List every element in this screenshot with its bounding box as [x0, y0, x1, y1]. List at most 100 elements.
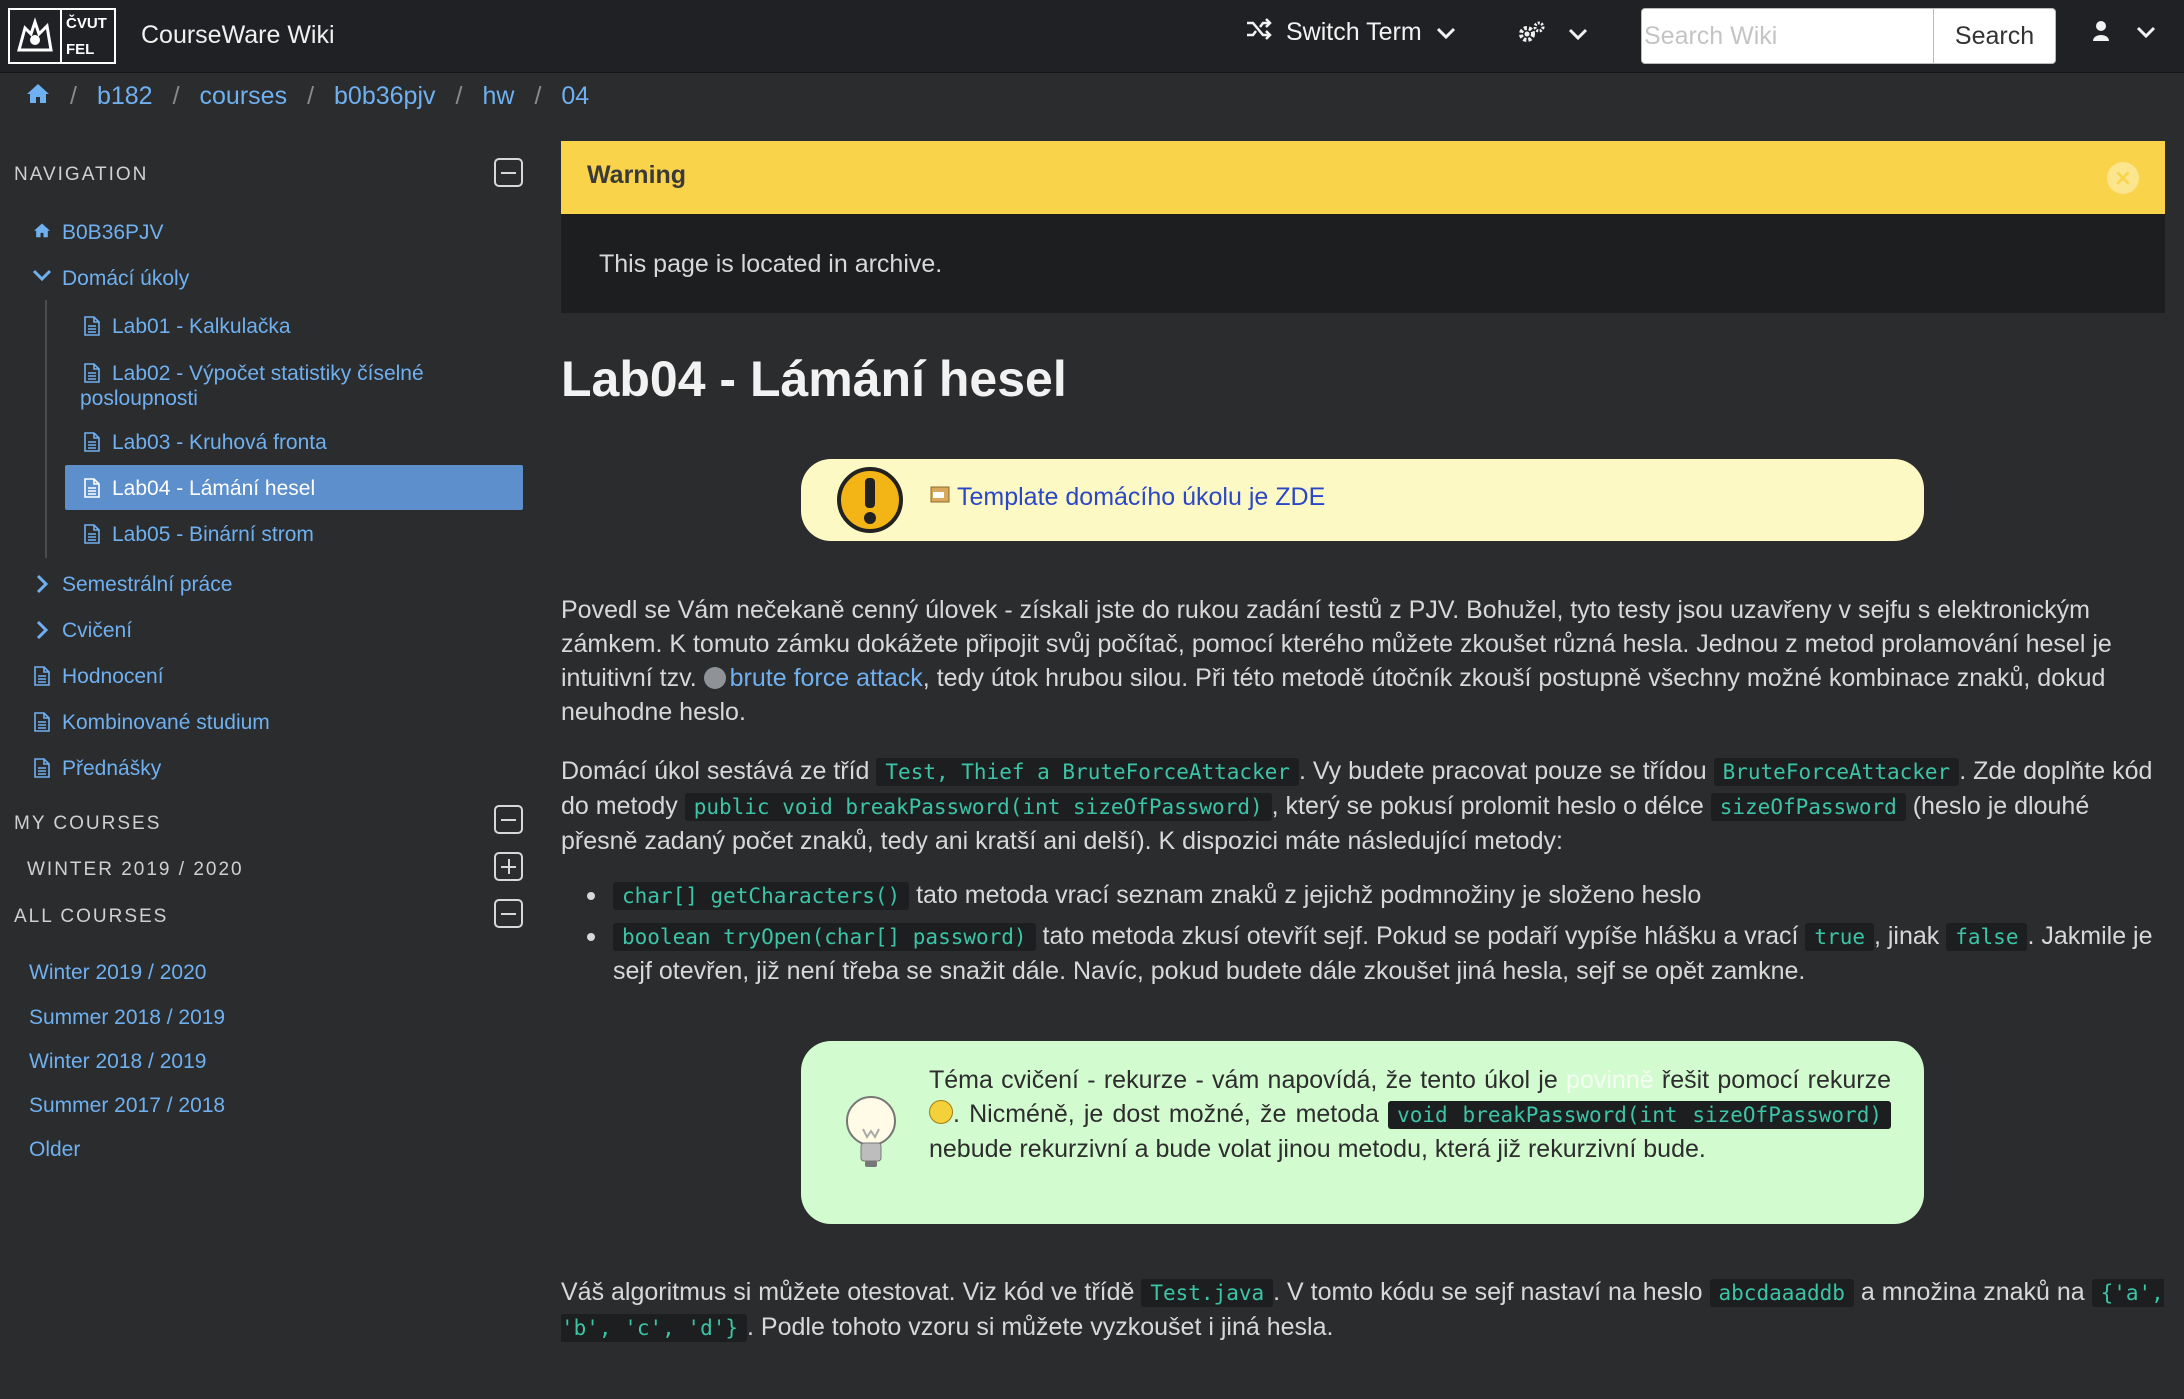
- sidebar-item-prednasky[interactable]: Přednášky: [32, 756, 161, 781]
- code-void-breakpassword: void breakPassword(int sizeOfPassword): [1388, 1101, 1891, 1129]
- logo-text-cvut: ČVUT: [66, 14, 107, 32]
- home-icon[interactable]: [26, 82, 50, 111]
- brute-force-link[interactable]: brute force attack: [730, 664, 923, 692]
- course-link-summer-2018[interactable]: Summer 2018 / 2019: [29, 1006, 225, 1030]
- course-link-older[interactable]: Older: [29, 1138, 80, 1162]
- sidebar-item-label: Lab04 - Lámání hesel: [112, 477, 316, 500]
- document-icon: [32, 756, 52, 778]
- top-navbar: ČVUT FEL CourseWare Wiki Switch Term Sea…: [0, 0, 2184, 73]
- sidebar-item-lab03[interactable]: Lab03 - Kruhová fronta: [82, 430, 327, 455]
- warning-text: This page is located in archive.: [599, 250, 943, 278]
- archive-warning-header: Warning ×: [561, 141, 2165, 214]
- breadcrumb-separator: /: [534, 82, 542, 110]
- sidebar-item-label: Kombinované studium: [62, 711, 270, 734]
- code-getcharacters: char[] getCharacters(): [613, 882, 910, 910]
- tools-dropdown[interactable]: [1516, 20, 1588, 50]
- breadcrumb-separator: /: [172, 82, 180, 110]
- sidebar-item-lab04[interactable]: Lab04 - Lámání hesel: [82, 476, 315, 501]
- sidebar-item-label: Lab02 - Výpočet statistiky číselné: [112, 362, 424, 385]
- navigation-title: NAVIGATION: [14, 164, 149, 185]
- paragraph-text: Domácí úkol sestává ze tříd: [561, 757, 877, 785]
- course-link-winter-2018[interactable]: Winter 2018 / 2019: [29, 1050, 206, 1074]
- list-item-text: tato metoda zkusí otevřít sejf. Pokud se…: [1035, 922, 1806, 950]
- recursion-tip-box: Téma cvičení - rekurze - vám napovídá, ž…: [801, 1041, 1924, 1224]
- user-menu[interactable]: [2092, 20, 2156, 46]
- chevron-down-icon: [2136, 24, 2156, 43]
- smiley-icon: [929, 1100, 953, 1124]
- sidebar-item-hodnoceni[interactable]: Hodnocení: [32, 664, 164, 689]
- close-warning-button[interactable]: ×: [2107, 162, 2139, 194]
- sidebar-item-label: posloupnosti: [80, 387, 198, 410]
- breadcrumb-item[interactable]: b0b36pjv: [334, 82, 435, 111]
- paragraph-text: Váš algoritmus si můžete otestovat. Viz …: [561, 1278, 1142, 1306]
- breadcrumb-item[interactable]: hw: [482, 82, 514, 111]
- code-test-java: Test.java: [1141, 1279, 1274, 1307]
- list-item-text: , jinak: [1873, 922, 1947, 950]
- sidebar-item-label: B0B36PJV: [62, 221, 164, 244]
- document-icon: [32, 710, 52, 732]
- sidebar-item-lab05[interactable]: Lab05 - Binární strom: [82, 522, 314, 547]
- breadcrumb-item[interactable]: courses: [200, 82, 288, 111]
- collapse-my-courses-button[interactable]: [494, 805, 523, 834]
- sidebar-item-b0b36pjv[interactable]: B0B36PJV: [32, 220, 164, 245]
- document-icon: [82, 314, 102, 336]
- chevron-down-icon: [1436, 18, 1456, 47]
- chevron-down-icon: [32, 266, 52, 282]
- template-link[interactable]: Template domácího úkolu je ZDE: [929, 483, 1325, 512]
- list-item-text: tato metoda vrací seznam znaků z jejichž…: [909, 881, 1702, 909]
- breadcrumb-item[interactable]: b182: [97, 82, 153, 111]
- sidebar-item-lab02[interactable]: Lab02 - Výpočet statistiky číselné: [82, 361, 424, 386]
- chevron-right-icon: [32, 618, 52, 640]
- breadcrumb-separator: /: [70, 82, 77, 110]
- document-icon: [32, 664, 52, 686]
- breadcrumb-item[interactable]: 04: [561, 82, 589, 111]
- search-button[interactable]: Search: [1933, 8, 2056, 64]
- paragraph-text: a množina znaků na: [1853, 1278, 2092, 1306]
- switch-term-label: Switch Term: [1286, 18, 1422, 46]
- code-true: true: [1805, 923, 1874, 951]
- testing-paragraph: Váš algoritmus si můžete otestovat. Viz …: [561, 1275, 2167, 1345]
- breadcrumb: / b182 / courses / b0b36pjv / hw / 04: [26, 82, 589, 111]
- my-courses-term: WINTER 2019 / 2020: [27, 859, 244, 880]
- template-link-label: Template domácího úkolu je ZDE: [957, 483, 1326, 511]
- expand-term-button[interactable]: [494, 852, 523, 881]
- sidebar-item-kombinovane-studium[interactable]: Kombinované studium: [32, 710, 270, 735]
- paragraph-text: . Podle tohoto vzoru si můžete vyzkoušet…: [747, 1313, 1334, 1341]
- sidebar-item-lab02-continued[interactable]: posloupnosti: [80, 386, 198, 411]
- collapse-navigation-button[interactable]: [494, 158, 523, 187]
- switch-term-dropdown[interactable]: Switch Term: [1246, 18, 1456, 47]
- logo-text-fel: FEL: [66, 40, 95, 58]
- sidebar-item-lab01[interactable]: Lab01 - Kalkulačka: [82, 314, 291, 339]
- sidebar-folder-domaci-ukoly[interactable]: Domácí úkoly: [32, 266, 189, 291]
- collapse-all-courses-button[interactable]: [494, 899, 523, 928]
- sidebar-item-label: Přednášky: [62, 757, 162, 780]
- globe-icon: [703, 667, 726, 689]
- document-icon: [82, 522, 102, 544]
- code-classes: Test, Thief a BruteForceAttacker: [876, 758, 1299, 786]
- zip-icon: [929, 483, 951, 512]
- site-brand[interactable]: CourseWare Wiki: [141, 21, 335, 50]
- course-link-winter-2019[interactable]: Winter 2019 / 2020: [29, 961, 206, 985]
- search-input[interactable]: [1641, 8, 1934, 64]
- sidebar-item-label: Lab05 - Binární strom: [112, 523, 314, 546]
- cvut-fel-logo[interactable]: ČVUT FEL: [8, 8, 116, 64]
- breadcrumb-separator: /: [307, 82, 315, 110]
- document-icon: [82, 476, 102, 498]
- sidebar-item-cviceni[interactable]: Cvičení: [32, 618, 132, 643]
- sidebar-item-semestralni-prace[interactable]: Semestrální práce: [32, 572, 232, 597]
- code-breakpassword: public void breakPassword(int sizeOfPass…: [684, 793, 1272, 821]
- paragraph-text: . V tomto kódu se sejf nastaví na heslo: [1273, 1278, 1710, 1306]
- sidebar-item-label: Hodnocení: [62, 665, 164, 688]
- sidebar-item-label: Domácí úkoly: [62, 267, 190, 290]
- page-title: Lab04 - Lámání hesel: [561, 351, 1067, 407]
- tip-text-part: nebude rekurzivní a bude volat jinou met…: [929, 1135, 1706, 1163]
- methods-list: char[] getCharacters() tato metoda vrací…: [561, 878, 2167, 994]
- lion-crest-icon: [10, 10, 62, 62]
- shuffle-icon: [1246, 18, 1272, 47]
- document-icon: [82, 430, 102, 452]
- code-password: abcdaaaddb: [1709, 1279, 1854, 1307]
- chevron-right-icon: [32, 572, 52, 594]
- course-link-summer-2017[interactable]: Summer 2017 / 2018: [29, 1094, 225, 1118]
- list-item: boolean tryOpen(char[] password) tato me…: [561, 919, 2167, 988]
- tip-text-part: Téma cvičení - rekurze - vám napovídá, ž…: [929, 1066, 1567, 1094]
